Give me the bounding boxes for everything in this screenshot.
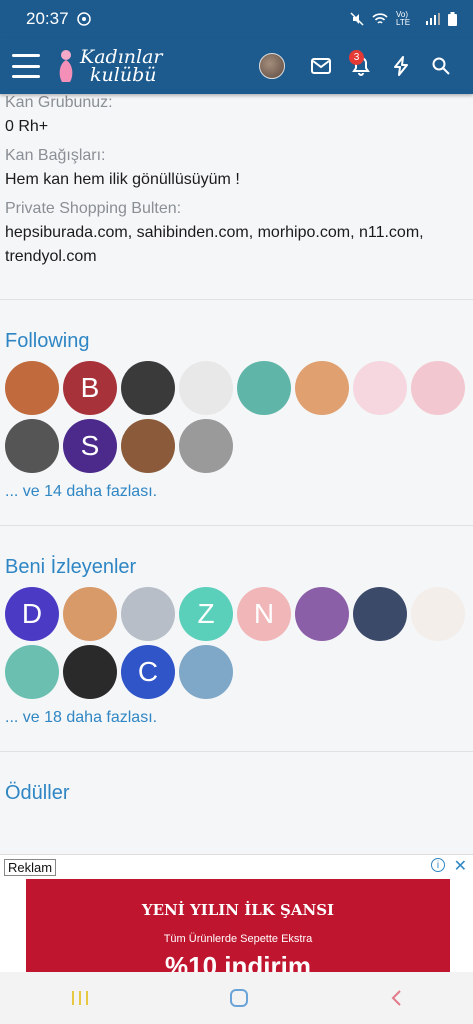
following-avatar[interactable] [5,419,59,473]
search-button[interactable] [421,46,461,86]
back-icon[interactable] [389,988,403,1008]
logo-line-2: kulübü [90,64,157,86]
system-nav-bar [0,972,473,1024]
followers-title: Beni İzleyenler [5,556,137,578]
status-time: 20:37 [26,9,69,28]
battery-icon [448,12,457,26]
followers-avatar[interactable] [179,645,233,699]
following-avatar[interactable]: S [63,419,117,473]
shopping-label: Private Shopping Bulten: [5,200,182,217]
app-notification-icon [76,12,91,26]
followers-avatar[interactable] [295,587,349,641]
divider [0,299,473,300]
envelope-icon [311,58,331,74]
donation-value: Hem kan hem ilik gönüllüsüyüm ! [5,171,240,188]
followers-avatar[interactable] [5,645,59,699]
divider [0,751,473,752]
shopping-value: hepsiburada.com, sahibinden.com, morhipo… [5,224,424,265]
following-avatar[interactable] [353,361,407,415]
following-avatar[interactable] [121,419,175,473]
lightning-icon [394,56,408,76]
messages-button[interactable] [301,46,341,86]
home-icon[interactable] [229,988,249,1008]
profile-info: Kan Grubunuz: 0 Rh+ Kan Bağışları: Hem k… [0,94,473,269]
following-avatar[interactable] [179,361,233,415]
following-avatar[interactable] [411,361,465,415]
ad-creative[interactable]: YENİ YILIN İLK ŞANSI Tüm Ürünlerde Sepet… [26,879,450,972]
alerts-button[interactable]: 3 [341,46,381,86]
signal-icon [426,13,440,25]
following-more-link[interactable]: ... ve 14 daha fazlası. [5,483,468,501]
following-section: Following BS ... ve 14 daha fazlası. [0,330,473,501]
ad-banner[interactable]: Reklam i ✕ YENİ YILIN İLK ŞANSI Tüm Ürün… [0,854,473,972]
followers-avatar[interactable]: D [5,587,59,641]
menu-button[interactable] [12,54,40,78]
followers-section: Beni İzleyenler D ZN C ... ve 18 daha fazl… [0,556,473,727]
status-bar: 20:37 Vo) LTE [0,0,473,38]
mute-icon [350,12,364,26]
followers-avatar[interactable]: C [121,645,175,699]
following-avatar[interactable] [5,361,59,415]
ad-info-icon[interactable]: i [431,858,445,872]
recent-apps-icon[interactable] [70,989,90,1007]
followers-avatar[interactable]: N [237,587,291,641]
network-label: Vo) LTE [396,10,411,27]
alerts-badge: 3 [349,50,364,65]
followers-avatar[interactable] [411,587,465,641]
ad-headline: YENİ YILIN İLK ŞANSI [141,901,335,919]
user-avatar[interactable] [259,53,285,79]
followers-avatar[interactable] [63,645,117,699]
blood-type-value: 0 Rh+ [5,118,49,135]
ad-discount: %10 indirim [165,951,311,972]
ad-subtext: Tüm Ürünlerde Sepette Ekstra [163,933,313,945]
logo-woman-icon [59,50,73,82]
following-avatar[interactable]: B [63,361,117,415]
followers-avatar[interactable] [353,587,407,641]
followers-avatar[interactable]: Z [179,587,233,641]
following-avatar[interactable] [179,419,233,473]
search-icon [432,57,450,75]
following-avatars: BS [5,361,473,477]
followers-avatar[interactable] [121,587,175,641]
following-title: Following [5,330,90,352]
divider [0,525,473,526]
following-avatar[interactable] [237,361,291,415]
ad-close-icon[interactable]: ✕ [454,856,467,876]
whats-new-button[interactable] [381,46,421,86]
app-header: Kadınlar kulübü 3 [0,38,473,94]
following-avatar[interactable] [121,361,175,415]
blood-type-label: Kan Grubunuz: [5,94,113,111]
wifi-icon [372,13,388,24]
following-avatar[interactable] [295,361,349,415]
ad-label: Reklam [4,859,57,876]
followers-avatar[interactable] [63,587,117,641]
donation-label: Kan Bağışları: [5,147,106,164]
awards-title: Ödüller [5,782,70,804]
followers-avatars: D ZN C [5,587,473,703]
followers-more-link[interactable]: ... ve 18 daha fazlası. [5,709,468,727]
profile-content: Kan Grubunuz: 0 Rh+ Kan Bağışları: Hem k… [0,94,473,854]
awards-section: Ödüller [0,782,473,805]
site-logo[interactable]: Kadınlar kulübü [56,48,163,86]
